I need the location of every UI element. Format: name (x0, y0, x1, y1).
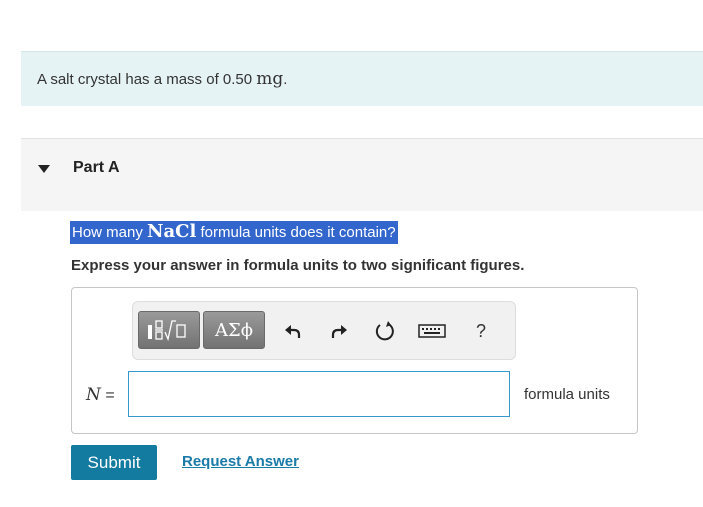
request-answer-link[interactable]: Request Answer (182, 453, 299, 470)
question-before: How many (72, 224, 148, 241)
submit-button[interactable]: Submit (71, 445, 157, 480)
problem-text-before: A salt crystal has a mass of 0.50 (37, 71, 257, 88)
question-after: formula units does it contain? (196, 224, 396, 241)
part-header[interactable]: Part A (21, 138, 703, 211)
answer-units: formula units (524, 386, 610, 403)
collapse-caret-icon[interactable] (38, 165, 50, 173)
help-icon[interactable]: ? (469, 319, 493, 343)
answer-equals: = (100, 387, 115, 404)
answer-variable: N (86, 385, 101, 405)
problem-unit: mg (256, 69, 284, 89)
reset-icon[interactable] (373, 319, 397, 343)
templates-icon (148, 320, 186, 342)
question-formula: NaCl (147, 221, 197, 242)
keyboard-icon[interactable] (417, 319, 447, 343)
problem-statement: A salt crystal has a mass of 0.50 mg. (21, 51, 703, 106)
answer-label: N = (86, 385, 115, 405)
templates-button[interactable] (138, 311, 200, 349)
answer-area: ΑΣϕ ? N = formula units (71, 287, 638, 434)
math-toolbar: ΑΣϕ ? (132, 301, 516, 360)
problem-text: A salt crystal has a mass of 0.50 mg. (37, 69, 287, 89)
answer-instruction: Express your answer in formula units to … (71, 257, 525, 274)
undo-icon[interactable] (281, 319, 305, 343)
question-text: How many NaCl formula units does it cont… (70, 221, 398, 244)
part-title: Part A (73, 159, 120, 176)
greek-symbols-button[interactable]: ΑΣϕ (203, 311, 265, 349)
problem-text-after: . (283, 71, 288, 88)
answer-input[interactable] (128, 371, 510, 417)
redo-icon[interactable] (327, 319, 351, 343)
